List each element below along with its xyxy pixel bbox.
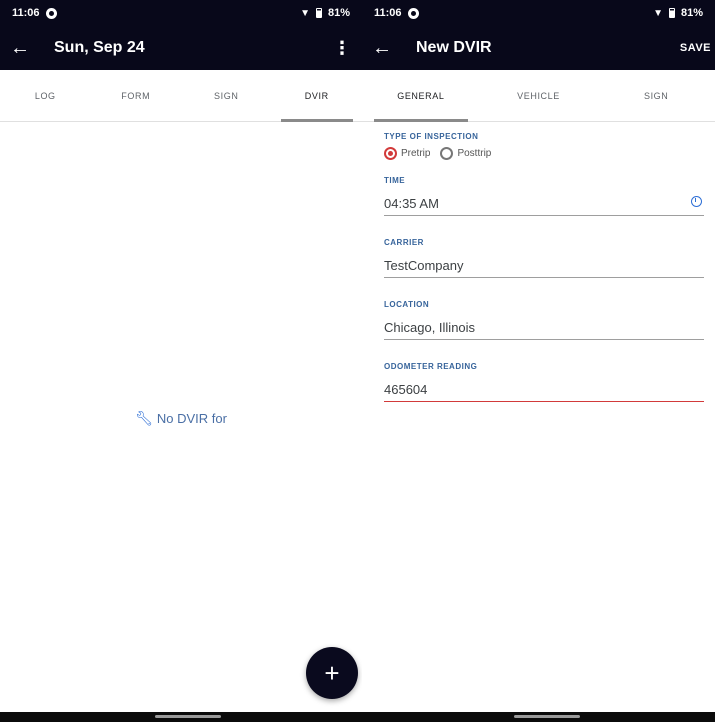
radio-posttrip[interactable]: Posttrip xyxy=(440,147,491,160)
carrier-label: CARRIER xyxy=(384,238,424,247)
back-arrow-icon[interactable]: ← xyxy=(372,37,402,60)
more-vert-icon[interactable]: ⋮ xyxy=(332,38,352,59)
time-field[interactable]: 04:35 AM xyxy=(384,191,704,216)
system-nav-bar xyxy=(362,712,715,722)
radio-checked-icon xyxy=(384,147,397,160)
radio-label: Pretrip xyxy=(401,148,431,159)
carrier-field[interactable]: TestCompany xyxy=(384,253,704,278)
empty-state: 🔧︎ No DVIR for xyxy=(0,410,362,427)
radio-pretrip[interactable]: Pretrip xyxy=(384,147,430,160)
tab-bar: LOG FORM SIGN DVIR xyxy=(0,70,362,122)
status-bar: 11:06 ▼ 81% xyxy=(362,0,715,26)
location-label: LOCATION xyxy=(384,300,430,309)
save-button[interactable]: SAVE xyxy=(680,42,711,54)
location-field[interactable]: Chicago, Illinois xyxy=(384,315,704,340)
wifi-icon: ▼ xyxy=(653,7,663,19)
battery-percent: 81% xyxy=(327,7,350,19)
status-bar: 11:06 ▼ 81% xyxy=(0,0,362,26)
carrier-value: TestCompany xyxy=(384,257,464,273)
radio-label: Posttrip xyxy=(457,148,492,159)
page-title: Sun, Sep 24 xyxy=(54,39,145,56)
system-nav-bar xyxy=(0,712,362,722)
home-handle[interactable] xyxy=(155,715,221,718)
tab-dvir[interactable]: DVIR xyxy=(272,70,363,122)
app-bar: ← Sun, Sep 24 ⋮ xyxy=(0,26,362,70)
location-value: Chicago, Illinois xyxy=(384,319,476,335)
battery-percent: 81% xyxy=(680,7,703,19)
back-arrow-icon[interactable]: ← xyxy=(10,37,40,60)
odometer-field[interactable]: 465604 xyxy=(384,377,704,402)
time-value: 04:35 AM xyxy=(384,195,439,211)
status-time: 11:06 xyxy=(374,7,402,19)
notification-icon xyxy=(45,7,57,19)
left-screen: 11:06 ▼ 81% ← Sun, Sep 24 ⋮ LOG FORM SIG… xyxy=(0,0,362,722)
tab-bar: GENERAL VEHICLE SIGN xyxy=(362,70,715,122)
radio-unchecked-icon xyxy=(440,147,454,160)
tab-sign[interactable]: SIGN xyxy=(181,70,272,121)
add-dvir-button[interactable]: + xyxy=(306,647,358,699)
tab-log[interactable]: LOG xyxy=(0,70,91,121)
odometer-label: ODOMETER READING xyxy=(384,362,478,371)
battery-icon xyxy=(668,8,675,18)
tab-form[interactable]: FORM xyxy=(91,70,182,121)
status-time: 11:06 xyxy=(12,7,40,19)
tab-general[interactable]: GENERAL xyxy=(362,70,480,122)
home-handle[interactable] xyxy=(514,715,580,718)
wrench-icon: 🔧︎ xyxy=(135,410,153,426)
inspection-type-label: TYPE OF INSPECTION xyxy=(384,132,479,141)
add-icon: + xyxy=(324,657,340,688)
wifi-icon: ▼ xyxy=(300,7,310,19)
time-label: TIME xyxy=(384,176,406,185)
right-screen: 11:06 ▼ 81% ← New DVIR SAVE GENERAL VEHI… xyxy=(362,0,715,722)
clock-icon[interactable] xyxy=(691,196,702,207)
app-bar: ← New DVIR SAVE xyxy=(362,26,715,70)
empty-message: No DVIR for xyxy=(156,411,227,426)
page-title: New DVIR xyxy=(416,39,492,56)
odometer-value: 465604 xyxy=(384,381,428,397)
tab-vehicle[interactable]: VEHICLE xyxy=(480,70,598,121)
dvir-form: TYPE OF INSPECTION Pretrip Posttrip TIME… xyxy=(362,122,715,402)
notification-icon xyxy=(407,7,419,19)
tab-sign[interactable]: SIGN xyxy=(597,70,715,121)
battery-icon xyxy=(315,8,322,18)
inspection-type-group: Pretrip Posttrip xyxy=(384,147,705,160)
